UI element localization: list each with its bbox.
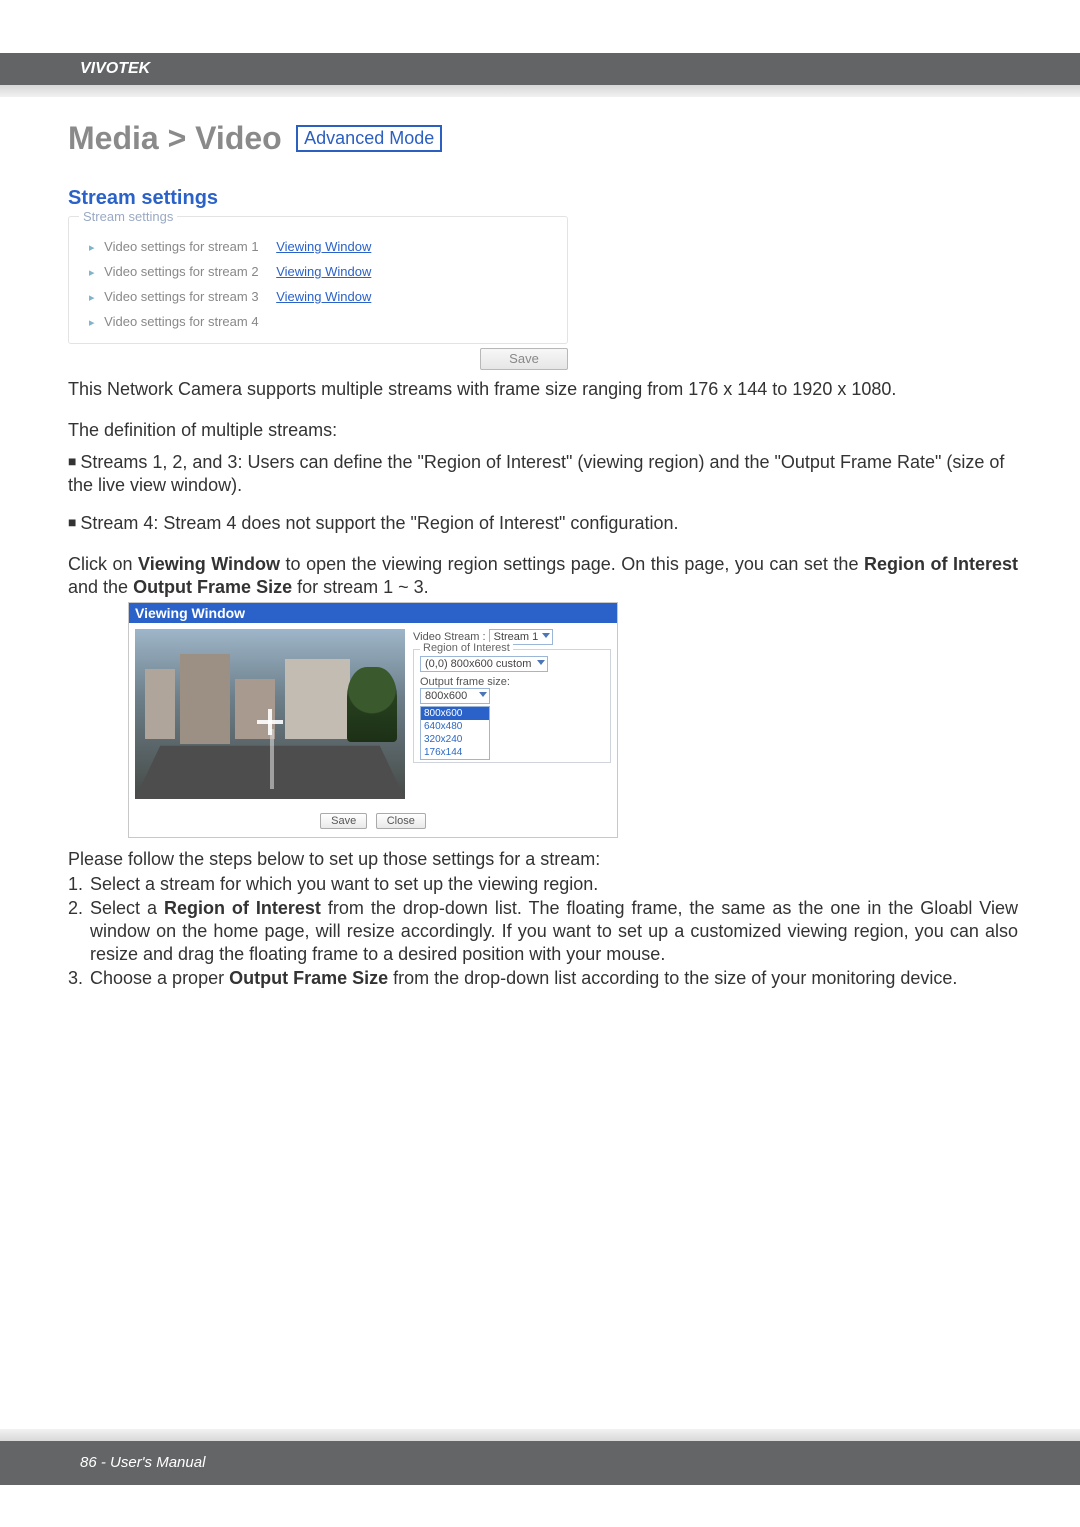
page-footer: 86 - User's Manual (0, 1441, 1080, 1485)
bullet-text: Stream 4: Stream 4 does not support the … (80, 513, 678, 533)
viewing-window-link[interactable]: Viewing Window (276, 264, 371, 279)
preview-lane (270, 729, 274, 789)
expand-arrow-icon: ▸ (89, 292, 95, 304)
stream-row-label: Video settings for stream 3 (104, 289, 258, 304)
expand-arrow-icon: ▸ (89, 242, 95, 254)
viewing-window-body: Video Stream : Stream 1 Region of Intere… (129, 623, 617, 805)
content-area: Media > Video Advanced Mode Stream setti… (68, 120, 1018, 990)
step-number: 2. (68, 897, 90, 967)
bold-roi: Region of Interest (164, 898, 321, 918)
ordered-steps: 1. Select a stream for which you want to… (68, 873, 1018, 990)
stream-row-label: Video settings for stream 4 (104, 314, 258, 329)
bold-roi: Region of Interest (864, 554, 1018, 574)
preview-building (145, 669, 175, 739)
step-1: 1. Select a stream for which you want to… (68, 873, 1018, 896)
save-button[interactable]: Save (480, 348, 568, 370)
brand-text: VIVOTEK (80, 60, 150, 77)
stream-row-2[interactable]: ▸ Video settings for stream 2 Viewing Wi… (83, 260, 553, 285)
preview-tree (347, 667, 397, 742)
stream-row-label: Video settings for stream 2 (104, 264, 258, 279)
bullet-item-2: Stream 4: Stream 4 does not support the … (68, 512, 1018, 535)
preview-image[interactable] (135, 629, 405, 799)
viewing-window-paragraph: Click on Viewing Window to open the view… (68, 553, 1018, 600)
viewing-window-link[interactable]: Viewing Window (276, 239, 371, 254)
ofs-option[interactable]: 800x600 (421, 707, 489, 720)
bold-viewing-window: Viewing Window (138, 554, 280, 574)
stream-settings-panel: Stream settings ▸ Video settings for str… (68, 216, 568, 344)
stream-row-1[interactable]: ▸ Video settings for stream 1 Viewing Wi… (83, 235, 553, 260)
viewing-window-title: Viewing Window (129, 603, 617, 623)
definition-heading: The definition of multiple streams: (68, 419, 1018, 442)
page-title: Media > Video (68, 120, 282, 157)
expand-arrow-icon: ▸ (89, 317, 95, 329)
move-crosshair-icon[interactable] (257, 709, 283, 735)
step-number: 1. (68, 873, 90, 896)
bold-ofs: Output Frame Size (133, 577, 292, 597)
viewing-window-link[interactable]: Viewing Window (276, 289, 371, 304)
preview-building (180, 654, 230, 744)
roi-select[interactable]: (0,0) 800x600 custom (420, 656, 548, 672)
vw-close-button[interactable]: Close (376, 813, 426, 829)
footer-divider (0, 1429, 1080, 1441)
preview-building (285, 659, 350, 739)
ofs-label: Output frame size: (420, 676, 604, 688)
ofs-option[interactable]: 176x144 (421, 746, 489, 759)
step-2: 2. Select a Region of Interest from the … (68, 897, 1018, 967)
stream-row-label: Video settings for stream 1 (104, 239, 258, 254)
ofs-option[interactable]: 320x240 (421, 733, 489, 746)
roi-legend: Region of Interest (420, 642, 513, 654)
page-root: VIVOTEK Media > Video Advanced Mode Stre… (0, 0, 1080, 1527)
vw-save-button[interactable]: Save (320, 813, 367, 829)
title-row: Media > Video Advanced Mode (68, 120, 1018, 157)
step-text: Select a stream for which you want to se… (90, 873, 1018, 896)
stream-row-3[interactable]: ▸ Video settings for stream 3 Viewing Wi… (83, 285, 553, 310)
steps-intro: Please follow the steps below to set up … (68, 848, 1018, 871)
header-divider (0, 85, 1080, 97)
stream-settings-heading: Stream settings (68, 187, 1018, 210)
step-text: Select a Region of Interest from the dro… (90, 897, 1018, 967)
bold-ofs: Output Frame Size (229, 968, 388, 988)
ofs-option[interactable]: 640x480 (421, 720, 489, 733)
mode-badge: Advanced Mode (296, 125, 442, 152)
roi-fieldset: Region of Interest (0,0) 800x600 custom … (413, 649, 611, 763)
ofs-select[interactable]: 800x600 (420, 688, 490, 704)
brand-header: VIVOTEK (0, 53, 1080, 85)
step-3: 3. Choose a proper Output Frame Size fro… (68, 967, 1018, 990)
save-row: Save (68, 344, 568, 370)
viewing-window-figure: Viewing Window Video Stream : Stream 1 (128, 602, 618, 838)
bullet-item-1: Streams 1, 2, and 3: Users can define th… (68, 451, 1018, 498)
viewing-window-sidebar: Video Stream : Stream 1 Region of Intere… (413, 629, 611, 799)
stream-row-4[interactable]: ▸ Video settings for stream 4 (83, 310, 553, 335)
step-text: Choose a proper Output Frame Size from t… (90, 967, 1018, 990)
panel-legend: Stream settings (79, 209, 177, 224)
expand-arrow-icon: ▸ (89, 267, 95, 279)
ofs-options-list[interactable]: 800x600 640x480 320x240 176x144 (420, 706, 490, 760)
bullet-text: Streams 1, 2, and 3: Users can define th… (68, 452, 1004, 495)
viewing-window-buttons: Save Close (129, 805, 617, 837)
step-number: 3. (68, 967, 90, 990)
footer-text: 86 - User's Manual (80, 1454, 205, 1471)
intro-paragraph: This Network Camera supports multiple st… (68, 378, 1018, 401)
